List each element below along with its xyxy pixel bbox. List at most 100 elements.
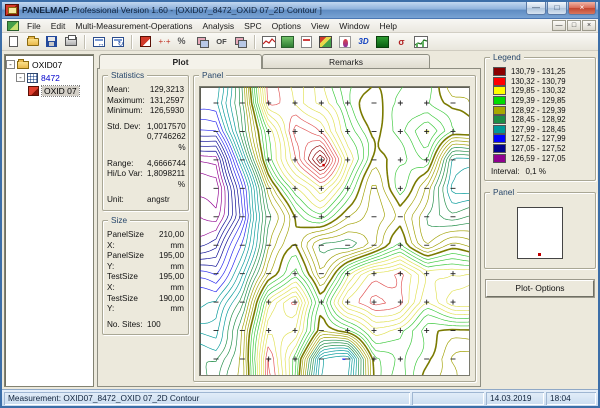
tree-label[interactable]: OXID07 (32, 60, 62, 70)
status-spare (412, 392, 484, 405)
tab-area: Plot Remarks Statistics Mean: 129,3213 Ma… (97, 54, 481, 387)
contour-plot-frame (199, 86, 470, 376)
stat-row-mean: Mean: 129,3213 (107, 85, 184, 94)
menu-multi-measurement-operations[interactable]: Multi-Measurement-Operations (70, 20, 197, 32)
menu-options[interactable]: Options (267, 20, 306, 32)
legend-entry: 127,05 - 127,52 (489, 144, 591, 154)
distribution-icon[interactable] (336, 34, 353, 49)
legend-entry: 128,45 - 128,92 (489, 115, 591, 125)
mdi-child-icon[interactable] (7, 20, 19, 31)
panel-plot-groupbox: Panel (193, 70, 476, 382)
menu-window[interactable]: Window (334, 20, 374, 32)
statistics-title: Statistics (108, 70, 148, 80)
interval-row: Interval: 0,1 % (491, 166, 546, 176)
maximize-button[interactable]: □ (547, 2, 567, 15)
stat-row-minimum: Minimum: 126,5930 (107, 106, 184, 116)
stat-row-stddev-pct: 0,7746262 % (147, 132, 186, 152)
size-row-panel-y: PanelSize Y: 195,00 mm (107, 251, 184, 271)
legend-swatch (493, 67, 506, 77)
mdi-restore-button[interactable]: □ (567, 20, 581, 31)
menu-spc[interactable]: SPC (239, 20, 266, 32)
copy-icon[interactable] (194, 34, 211, 49)
client-area: - OXID07 - 8472 OXID 07 Plot Remarks Sta… (2, 51, 598, 389)
legend-swatch (493, 105, 506, 115)
save-icon[interactable] (43, 34, 60, 49)
stat-row-stddev: Std. Dev: 1,0017570 (107, 121, 186, 131)
toolbar: OF 3D σ (2, 33, 598, 51)
status-measurement: Measurement: OXID07_8472_OXID 07_2D Cont… (4, 392, 410, 405)
tree-label-selected[interactable]: OXID 07 (41, 84, 80, 97)
size-title: Size (108, 214, 131, 225)
menu-file[interactable]: File (22, 20, 46, 32)
edit-points-icon[interactable] (156, 34, 173, 49)
open-file-icon[interactable] (24, 34, 41, 49)
window-title: PANELMAP Professional Version 1.60 - [OX… (22, 5, 526, 15)
menu-view[interactable]: View (306, 20, 334, 32)
tree-item-oxid-07[interactable]: OXID 07 (28, 84, 92, 97)
tree-item-oxid07[interactable]: - OXID07 (6, 58, 92, 71)
legend-entry: 127,99 - 128,45 (489, 124, 591, 135)
data-table-icon[interactable] (298, 34, 315, 49)
menu-analysis[interactable]: Analysis (198, 20, 240, 32)
plot-options-button[interactable]: Plot- Options (486, 279, 594, 297)
paste-icon[interactable] (232, 34, 249, 49)
plot-tab-pane: Statistics Mean: 129,3213 Maximum: 131,259… (97, 68, 481, 387)
legend-swatch (493, 134, 506, 144)
right-column: Legend 130,79 - 131,25 130,32 - 130,79 1… (484, 52, 596, 387)
measurement-icon (28, 85, 39, 96)
print-icon[interactable] (62, 34, 79, 49)
app-window: PANELMAP Professional Version 1.60 - [OX… (0, 0, 600, 408)
panel-preview-shape (517, 206, 563, 259)
copy-measurement-icon[interactable] (90, 34, 107, 49)
lot-grid-icon (27, 72, 38, 83)
menu-bar: File Edit Multi-Measurement-Operations A… (2, 19, 598, 33)
size-groupbox: Size PanelSize X: 210,00 mm PanelSize Y: 1… (102, 214, 189, 336)
legend-entry: 129,39 - 129,85 (489, 96, 591, 106)
legend-swatch (493, 144, 506, 154)
legend-entry: 128,92 - 129,39 (489, 105, 591, 115)
legend-entry: 130,79 - 131,25 (489, 67, 591, 77)
tree-label[interactable]: 8472 (41, 73, 60, 83)
panel-plot-title: Panel (199, 70, 227, 80)
mdi-minimize-button[interactable]: — (552, 20, 566, 31)
delete-sites-icon[interactable] (137, 34, 154, 49)
collapse-icon[interactable]: - (16, 73, 25, 82)
close-button[interactable]: × (568, 2, 596, 15)
minimize-button[interactable]: — (526, 2, 546, 15)
tab-remarks[interactable]: Remarks (262, 54, 430, 69)
legend-swatch (493, 115, 506, 125)
menu-help[interactable]: Help (374, 20, 401, 32)
legend-title: Legend (490, 52, 524, 62)
plot-canvas[interactable] (200, 87, 469, 375)
toolbar-separator (254, 34, 255, 49)
trend-chart-icon[interactable] (412, 34, 429, 49)
size-row-test-x: TestSize X: 195,00 mm (107, 272, 184, 292)
legend-swatch (493, 86, 506, 96)
compare-measurement-icon[interactable] (109, 34, 126, 49)
new-file-icon[interactable] (5, 34, 22, 49)
offset-icon[interactable]: OF (213, 34, 230, 49)
legend-groupbox: Legend 130,79 - 131,25 130,32 - 130,79 1… (484, 52, 596, 181)
legend-swatch (493, 153, 506, 163)
size-row-panel-x: PanelSize X: 210,00 mm (107, 229, 184, 250)
menu-edit[interactable]: Edit (46, 20, 71, 32)
mdi-close-button[interactable]: × (582, 20, 596, 31)
collapse-icon[interactable]: - (6, 60, 15, 69)
size-row-sites: No. Sites: 100 (107, 319, 161, 329)
folder-icon (17, 58, 29, 69)
tree-item-8472[interactable]: - 8472 (16, 71, 92, 84)
sigma-chart-icon[interactable]: σ (393, 34, 410, 49)
toolbar-separator (84, 34, 85, 49)
contour-plot-icon[interactable] (279, 34, 296, 49)
cut-percent-icon[interactable] (175, 34, 192, 49)
toolbar-separator (131, 34, 132, 49)
size-row-test-y: TestSize Y: 190,00 mm (107, 293, 184, 314)
tab-plot[interactable]: Plot (99, 54, 262, 69)
stat-row-maximum: Maximum: 131,2597 (107, 95, 184, 105)
title-bar: PANELMAP Professional Version 1.60 - [OX… (2, 2, 598, 19)
panel-preview-title: Panel (490, 186, 518, 197)
line-chart-icon[interactable] (260, 34, 277, 49)
3d-plot-icon[interactable]: 3D (355, 34, 372, 49)
color-map-icon[interactable] (317, 34, 334, 49)
surface-plot-icon[interactable] (374, 34, 391, 49)
